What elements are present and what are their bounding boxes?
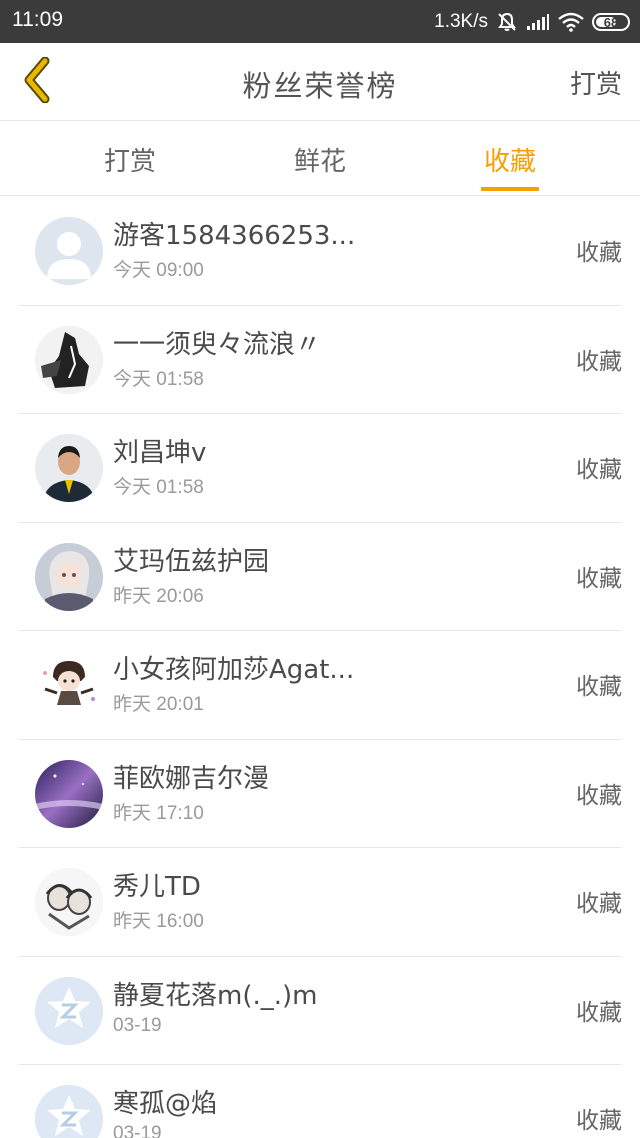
item-time: 今天 09:00 [113, 260, 204, 281]
item-action-label: 收藏 [576, 457, 622, 483]
tab-bar: 打赏 鲜花 收藏 [0, 122, 640, 196]
ink-art-avatar [35, 325, 103, 394]
tab-label: 打赏 [103, 146, 156, 177]
list-item[interactable]: 游客1584366253... 今天 09:00 收藏 [18, 197, 622, 306]
item-time: 03-19 [113, 1014, 162, 1036]
fan-list: 游客1584366253... 今天 09:00 收藏 一一须臾々流浪〃 今天 … [0, 197, 640, 1138]
user-name: 秀儿TD [113, 872, 201, 902]
wifi-icon [558, 12, 584, 32]
mute-icon [496, 11, 518, 33]
status-icons: 1.3K/s 68 [434, 7, 630, 37]
tab-label: 鲜花 [293, 146, 346, 177]
list-item[interactable]: 小女孩阿加莎Agat... 昨天 20:01 收藏 [18, 631, 622, 740]
signal-icon [526, 13, 550, 31]
photo-man-avatar [35, 434, 103, 502]
list-item[interactable]: 寒孤@焰 03-19 收藏 [18, 1065, 622, 1138]
item-time: 03-19 [113, 1123, 162, 1138]
chibi-avatar [35, 651, 103, 719]
item-action-label: 收藏 [576, 782, 622, 809]
user-name: 寒孤@焰 [113, 1089, 218, 1119]
page-title: 粉丝荣誉榜 [242, 69, 398, 103]
item-time: 昨天 20:06 [113, 585, 204, 607]
user-name: 小女孩阿加莎Agat... [113, 655, 355, 685]
default-z-avatar [35, 976, 103, 1045]
list-item[interactable]: 静夏花落m(._.)m 03-19 收藏 [18, 957, 622, 1065]
status-bar: 11:09 1.3K/s 68 [0, 0, 640, 43]
user-name: 静夏花落m(._.)m [113, 980, 318, 1011]
item-action-label: 收藏 [576, 999, 622, 1026]
item-time: 今天 01:58 [113, 477, 204, 498]
user-name: 一一须臾々流浪〃 [113, 329, 322, 360]
item-action-label: 收藏 [576, 891, 622, 917]
list-item[interactable]: 刘昌坤v 今天 01:58 收藏 [18, 414, 622, 523]
item-time: 昨天 17:10 [113, 802, 204, 824]
item-action-label: 收藏 [576, 1108, 622, 1134]
default-person-avatar [35, 217, 103, 285]
galaxy-avatar [35, 759, 103, 828]
item-time: 昨天 20:01 [113, 694, 204, 715]
item-action-label: 收藏 [576, 674, 622, 700]
tab-label: 收藏 [483, 146, 536, 177]
list-item[interactable]: 艾玛伍兹护园 昨天 20:06 收藏 [18, 523, 622, 631]
list-item[interactable]: 一一须臾々流浪〃 今天 01:58 收藏 [18, 306, 622, 414]
status-time: 11:09 [12, 8, 63, 31]
anime-girl-avatar [35, 542, 103, 611]
battery-icon: 68 [592, 13, 630, 31]
reward-button[interactable]: 打赏 [570, 64, 622, 101]
user-name: 刘昌坤v [113, 438, 207, 468]
user-name: 游客1584366253... [113, 221, 356, 251]
header: 粉丝荣誉榜 打赏 [0, 43, 640, 121]
user-name: 艾玛伍兹护园 [113, 546, 270, 577]
user-name: 菲欧娜吉尔漫 [113, 763, 270, 794]
sketch-avatar [35, 868, 103, 936]
battery-percent: 68 [603, 14, 619, 30]
default-z-avatar [35, 1085, 103, 1138]
list-item[interactable]: 秀儿TD 昨天 16:00 收藏 [18, 848, 622, 957]
item-action-label: 收藏 [576, 565, 622, 592]
tab-favorites[interactable]: 收藏 [450, 122, 570, 196]
item-time: 今天 01:58 [113, 368, 204, 390]
list-item[interactable]: 菲欧娜吉尔漫 昨天 17:10 收藏 [18, 740, 622, 848]
item-action-label: 收藏 [576, 348, 622, 375]
tab-active-indicator [481, 187, 539, 191]
item-action-label: 收藏 [576, 240, 622, 266]
tab-reward[interactable]: 打赏 [70, 122, 190, 196]
network-speed: 1.3K/s [434, 11, 488, 32]
tab-flowers[interactable]: 鲜花 [260, 122, 380, 196]
item-time: 昨天 16:00 [113, 911, 204, 932]
